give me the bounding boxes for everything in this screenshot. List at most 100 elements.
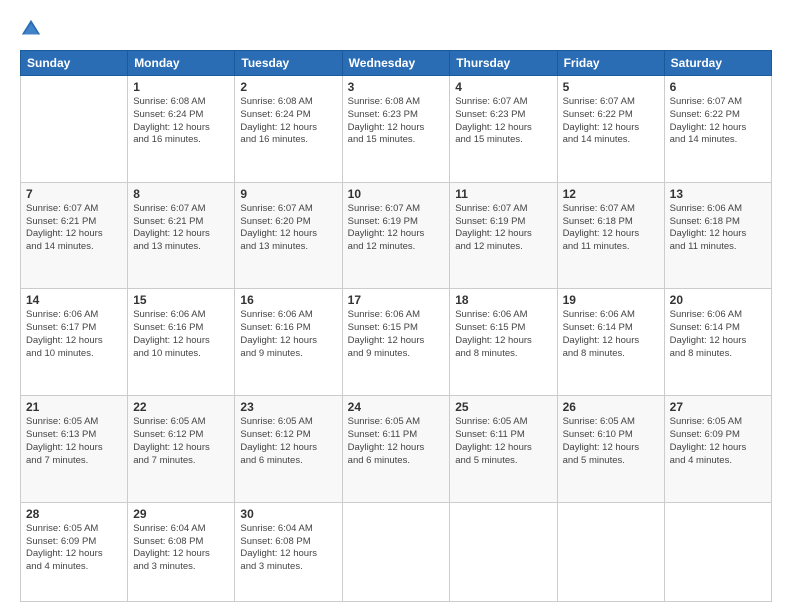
day-number: 15 bbox=[133, 293, 229, 307]
calendar-cell: 5 Sunrise: 6:07 AM Sunset: 6:22 PM Daylig… bbox=[557, 76, 664, 183]
day-number: 20 bbox=[670, 293, 766, 307]
day-number: 18 bbox=[455, 293, 551, 307]
day-number: 24 bbox=[348, 400, 445, 414]
day-number: 10 bbox=[348, 187, 445, 201]
day-info: Sunrise: 6:08 AM Sunset: 6:24 PM Dayligh… bbox=[133, 96, 229, 147]
calendar-cell: 2 Sunrise: 6:08 AM Sunset: 6:24 PM Daylig… bbox=[235, 76, 342, 183]
calendar-cell bbox=[557, 502, 664, 601]
day-info: Sunrise: 6:05 AM Sunset: 6:09 PM Dayligh… bbox=[670, 416, 766, 467]
calendar-cell: 24 Sunrise: 6:05 AM Sunset: 6:11 PM Dayli… bbox=[342, 396, 450, 503]
day-info: Sunrise: 6:04 AM Sunset: 6:08 PM Dayligh… bbox=[240, 523, 336, 574]
calendar-day-header: Sunday bbox=[21, 51, 128, 76]
calendar-cell bbox=[450, 502, 557, 601]
day-number: 4 bbox=[455, 80, 551, 94]
calendar-cell: 25Sunrise: 6:05 AM Sunset: 6:11 PM Dayli… bbox=[450, 396, 557, 503]
day-number: 27 bbox=[670, 400, 766, 414]
day-number: 26 bbox=[563, 400, 659, 414]
day-number: 5 bbox=[563, 80, 659, 94]
day-number: 13 bbox=[670, 187, 766, 201]
day-info: Sunrise: 6:07 AM Sunset: 6:19 PM Dayligh… bbox=[455, 203, 551, 254]
calendar-week-row: 1 Sunrise: 6:08 AM Sunset: 6:24 PM Daylig… bbox=[21, 76, 772, 183]
calendar-day-header: Wednesday bbox=[342, 51, 450, 76]
day-info: Sunrise: 6:05 AM Sunset: 6:09 PM Dayligh… bbox=[26, 523, 122, 574]
day-number: 9 bbox=[240, 187, 336, 201]
calendar-cell: 27 Sunrise: 6:05 AM Sunset: 6:09 PM Dayli… bbox=[664, 396, 771, 503]
day-number: 1 bbox=[133, 80, 229, 94]
day-info: Sunrise: 6:07 AM Sunset: 6:23 PM Dayligh… bbox=[455, 96, 551, 147]
calendar-cell: 21 Sunrise: 6:05 AM Sunset: 6:13 PM Dayli… bbox=[21, 396, 128, 503]
calendar-cell: 26 Sunrise: 6:05 AM Sunset: 6:10 PM Dayli… bbox=[557, 396, 664, 503]
calendar-cell: 7Sunrise: 6:07 AM Sunset: 6:21 PM Daylig… bbox=[21, 182, 128, 289]
calendar-cell: 1 Sunrise: 6:08 AM Sunset: 6:24 PM Daylig… bbox=[128, 76, 235, 183]
day-info: Sunrise: 6:08 AM Sunset: 6:24 PM Dayligh… bbox=[240, 96, 336, 147]
calendar-week-row: 21 Sunrise: 6:05 AM Sunset: 6:13 PM Dayli… bbox=[21, 396, 772, 503]
day-info: Sunrise: 6:06 AM Sunset: 6:15 PM Dayligh… bbox=[348, 309, 445, 360]
calendar-cell: 30Sunrise: 6:04 AM Sunset: 6:08 PM Dayli… bbox=[235, 502, 342, 601]
day-number: 29 bbox=[133, 507, 229, 521]
calendar-cell: 14 Sunrise: 6:06 AM Sunset: 6:17 PM Dayli… bbox=[21, 289, 128, 396]
calendar-cell: 16Sunrise: 6:06 AM Sunset: 6:16 PM Dayli… bbox=[235, 289, 342, 396]
calendar-cell: 28 Sunrise: 6:05 AM Sunset: 6:09 PM Dayli… bbox=[21, 502, 128, 601]
calendar-week-row: 28 Sunrise: 6:05 AM Sunset: 6:09 PM Dayli… bbox=[21, 502, 772, 601]
header bbox=[20, 18, 772, 40]
day-info: Sunrise: 6:06 AM Sunset: 6:15 PM Dayligh… bbox=[455, 309, 551, 360]
day-number: 19 bbox=[563, 293, 659, 307]
day-info: Sunrise: 6:07 AM Sunset: 6:19 PM Dayligh… bbox=[348, 203, 445, 254]
calendar-day-header: Saturday bbox=[664, 51, 771, 76]
calendar-day-header: Friday bbox=[557, 51, 664, 76]
calendar-cell: 18 Sunrise: 6:06 AM Sunset: 6:15 PM Dayli… bbox=[450, 289, 557, 396]
day-number: 11 bbox=[455, 187, 551, 201]
day-number: 7 bbox=[26, 187, 122, 201]
day-info: Sunrise: 6:06 AM Sunset: 6:16 PM Dayligh… bbox=[133, 309, 229, 360]
day-number: 12 bbox=[563, 187, 659, 201]
day-number: 2 bbox=[240, 80, 336, 94]
day-info: Sunrise: 6:07 AM Sunset: 6:22 PM Dayligh… bbox=[670, 96, 766, 147]
day-number: 8 bbox=[133, 187, 229, 201]
logo-icon bbox=[20, 18, 42, 40]
calendar-cell: 15 Sunrise: 6:06 AM Sunset: 6:16 PM Dayli… bbox=[128, 289, 235, 396]
calendar-cell: 12 Sunrise: 6:07 AM Sunset: 6:18 PM Dayli… bbox=[557, 182, 664, 289]
day-info: Sunrise: 6:04 AM Sunset: 6:08 PM Dayligh… bbox=[133, 523, 229, 574]
calendar-cell: 29 Sunrise: 6:04 AM Sunset: 6:08 PM Dayli… bbox=[128, 502, 235, 601]
calendar-cell bbox=[21, 76, 128, 183]
day-info: Sunrise: 6:06 AM Sunset: 6:17 PM Dayligh… bbox=[26, 309, 122, 360]
calendar-cell: 19 Sunrise: 6:06 AM Sunset: 6:14 PM Dayli… bbox=[557, 289, 664, 396]
calendar-cell: 13 Sunrise: 6:06 AM Sunset: 6:18 PM Dayli… bbox=[664, 182, 771, 289]
day-number: 22 bbox=[133, 400, 229, 414]
calendar-cell: 10 Sunrise: 6:07 AM Sunset: 6:19 PM Dayli… bbox=[342, 182, 450, 289]
day-info: Sunrise: 6:06 AM Sunset: 6:14 PM Dayligh… bbox=[563, 309, 659, 360]
calendar-cell: 4 Sunrise: 6:07 AM Sunset: 6:23 PM Daylig… bbox=[450, 76, 557, 183]
calendar-week-row: 14 Sunrise: 6:06 AM Sunset: 6:17 PM Dayli… bbox=[21, 289, 772, 396]
calendar-week-row: 7 Sunrise: 6:07 AM Sunset: 6:21 PM Daylig… bbox=[21, 182, 772, 289]
logo bbox=[20, 18, 46, 40]
calendar-day-header: Monday bbox=[128, 51, 235, 76]
day-info: Sunrise: 6:08 AM Sunset: 6:23 PM Dayligh… bbox=[348, 96, 445, 147]
calendar-cell: 17Sunrise: 6:06 AM Sunset: 6:15 PM Dayli… bbox=[342, 289, 450, 396]
page: SundayMondayTuesdayWednesdayThursdayFrid… bbox=[0, 0, 792, 612]
day-info: Sunrise: 6:05 AM Sunset: 6:12 PM Dayligh… bbox=[133, 416, 229, 467]
day-info: Sunrise: 6:07 AM Sunset: 6:21 PM Dayligh… bbox=[133, 203, 229, 254]
day-info: Sunrise: 6:05 AM Sunset: 6:13 PM Dayligh… bbox=[26, 416, 122, 467]
day-number: 14 bbox=[26, 293, 122, 307]
day-number: 21 bbox=[26, 400, 122, 414]
calendar-cell bbox=[342, 502, 450, 601]
calendar-cell: 6 Sunrise: 6:07 AM Sunset: 6:22 PM Daylig… bbox=[664, 76, 771, 183]
day-number: 28 bbox=[26, 507, 122, 521]
calendar-cell: 22 Sunrise: 6:05 AM Sunset: 6:12 PM Dayli… bbox=[128, 396, 235, 503]
calendar-cell: 11 Sunrise: 6:07 AM Sunset: 6:19 PM Dayli… bbox=[450, 182, 557, 289]
day-info: Sunrise: 6:06 AM Sunset: 6:16 PM Dayligh… bbox=[240, 309, 336, 360]
day-number: 3 bbox=[348, 80, 445, 94]
day-info: Sunrise: 6:07 AM Sunset: 6:18 PM Dayligh… bbox=[563, 203, 659, 254]
day-info: Sunrise: 6:05 AM Sunset: 6:12 PM Dayligh… bbox=[240, 416, 336, 467]
day-info: Sunrise: 6:07 AM Sunset: 6:22 PM Dayligh… bbox=[563, 96, 659, 147]
day-number: 6 bbox=[670, 80, 766, 94]
day-info: Sunrise: 6:06 AM Sunset: 6:18 PM Dayligh… bbox=[670, 203, 766, 254]
day-number: 25 bbox=[455, 400, 551, 414]
calendar-header-row: SundayMondayTuesdayWednesdayThursdayFrid… bbox=[21, 51, 772, 76]
calendar-cell bbox=[664, 502, 771, 601]
day-info: Sunrise: 6:05 AM Sunset: 6:10 PM Dayligh… bbox=[563, 416, 659, 467]
calendar-cell: 23Sunrise: 6:05 AM Sunset: 6:12 PM Dayli… bbox=[235, 396, 342, 503]
day-info: Sunrise: 6:05 AM Sunset: 6:11 PM Dayligh… bbox=[348, 416, 445, 467]
day-info: Sunrise: 6:07 AM Sunset: 6:20 PM Dayligh… bbox=[240, 203, 336, 254]
calendar-cell: 9 Sunrise: 6:07 AM Sunset: 6:20 PM Daylig… bbox=[235, 182, 342, 289]
